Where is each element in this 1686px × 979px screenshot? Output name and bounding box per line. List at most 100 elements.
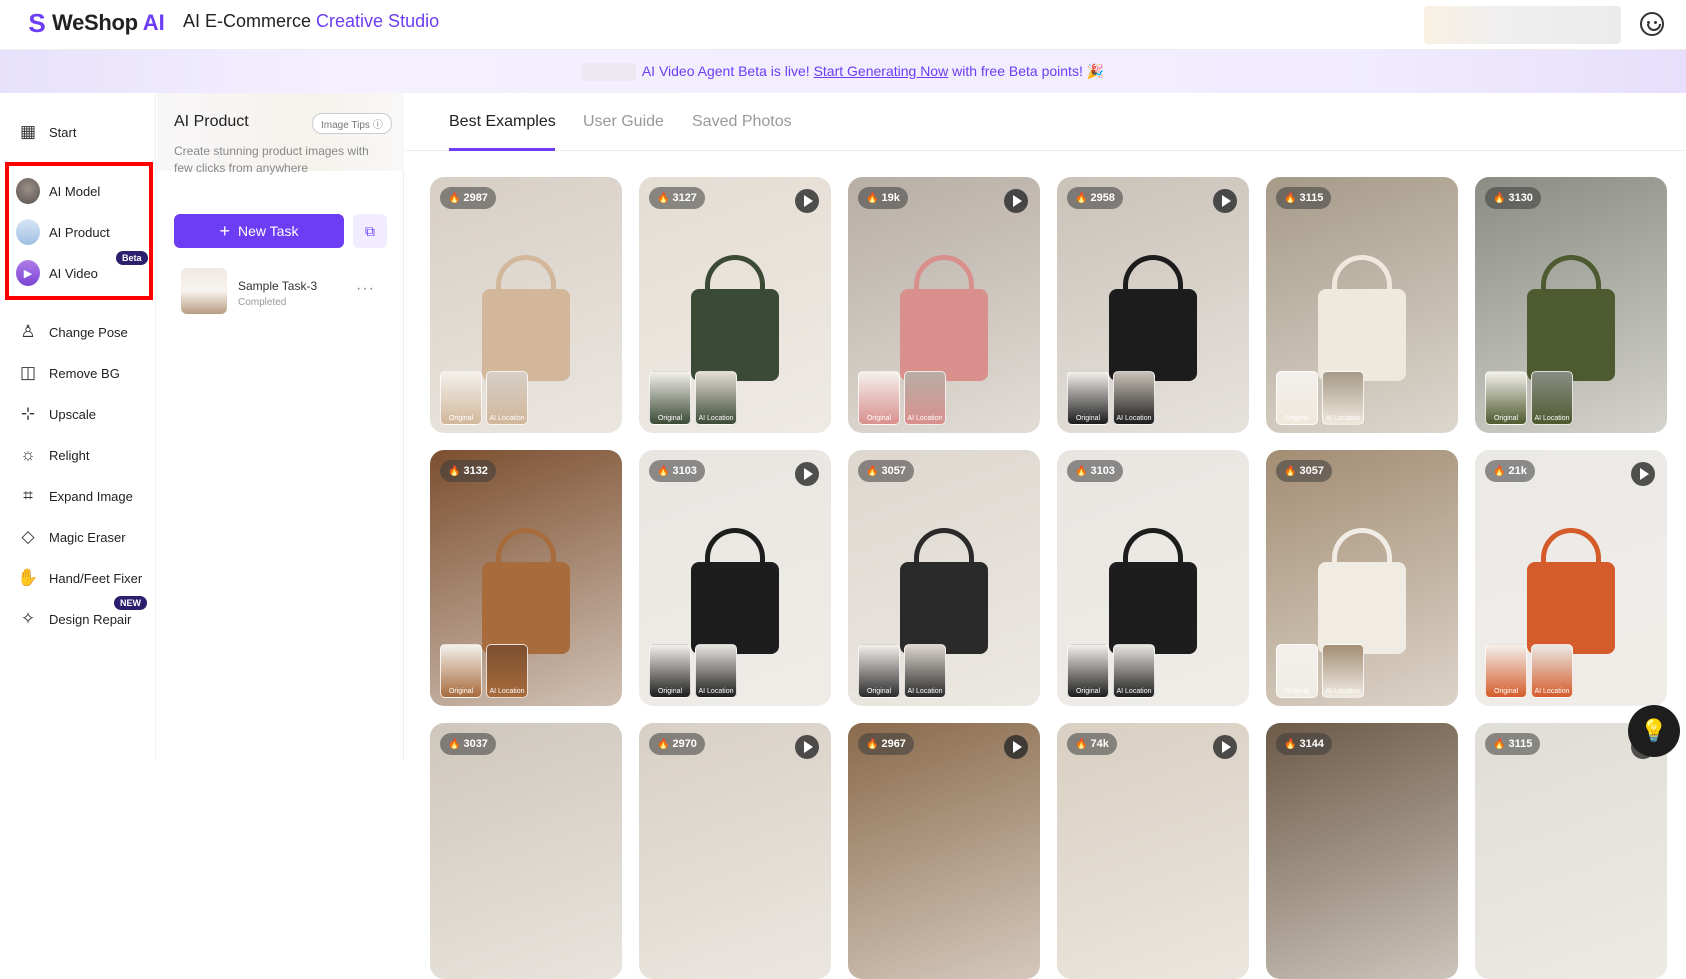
popularity-count: 2970 <box>672 738 697 750</box>
original-thumbnail[interactable]: Original <box>440 371 482 425</box>
thumbnail-label: Original <box>1284 688 1310 695</box>
product-handle <box>1541 528 1601 568</box>
tab-best-examples[interactable]: Best Examples <box>449 113 556 131</box>
play-icon[interactable] <box>795 735 819 759</box>
lightbulb-icon[interactable]: 💡 <box>1628 705 1680 757</box>
example-card[interactable]: 🔥 3057 Original AI Location <box>848 450 1040 706</box>
sidebar-item-start[interactable]: ▦ Start <box>10 114 150 150</box>
ai-location-thumbnail[interactable]: AI Location <box>695 371 737 425</box>
more-options-icon[interactable]: ··· <box>356 280 375 298</box>
play-icon[interactable] <box>1631 462 1655 486</box>
original-thumbnail[interactable]: Original <box>649 371 691 425</box>
account-area-blurred[interactable] <box>1424 6 1621 44</box>
original-thumbnail[interactable]: Original <box>1485 644 1527 698</box>
ai-location-thumbnail[interactable]: AI Location <box>486 644 528 698</box>
app-title-accent: Creative Studio <box>316 11 440 31</box>
example-card[interactable]: 🔥 2970 <box>639 723 831 979</box>
example-card[interactable]: 🔥 3115 Original AI Location <box>1266 177 1458 433</box>
product-shape <box>900 289 988 381</box>
ai-location-thumbnail[interactable]: AI Location <box>486 371 528 425</box>
sidebar-item-change-pose[interactable]: ♙ Change Pose <box>10 314 150 350</box>
example-card[interactable]: 🔥 74k <box>1057 723 1249 979</box>
start-generating-link[interactable]: Start Generating Now <box>814 63 949 79</box>
example-card[interactable]: 🔥 3144 <box>1266 723 1458 979</box>
magic-wand-icon: ✧ <box>20 609 36 628</box>
example-card[interactable]: 🔥 3037 <box>430 723 622 979</box>
product-handle <box>496 528 556 568</box>
image-tips-button[interactable]: Image Tips ⓘ <box>312 113 392 134</box>
panel-description: Create stunning product images with few … <box>174 144 369 175</box>
example-card[interactable]: 🔥 3130 Original AI Location <box>1475 177 1667 433</box>
sidebar-item-relight[interactable]: ☼ Relight <box>10 437 150 473</box>
play-icon[interactable] <box>1213 189 1237 213</box>
example-card[interactable]: 🔥 3127 Original AI Location <box>639 177 831 433</box>
example-card[interactable]: 🔥 3103 Original AI Location <box>639 450 831 706</box>
comparison-thumbnails: Original AI Location <box>1276 371 1364 425</box>
example-card[interactable]: 🔥 21k Original AI Location <box>1475 450 1667 706</box>
example-card[interactable]: 🔥 2987 Original AI Location <box>430 177 622 433</box>
original-thumbnail[interactable]: Original <box>440 644 482 698</box>
new-task-button[interactable]: + New Task <box>174 214 344 248</box>
thumbnail-label: AI Location <box>1116 688 1152 695</box>
play-icon[interactable] <box>795 462 819 486</box>
banner-text: AI Video Agent Beta is live! <box>641 63 814 79</box>
ai-location-thumbnail[interactable]: AI Location <box>1113 371 1155 425</box>
copy-task-button[interactable]: ⧉ <box>353 214 387 248</box>
sidebar-item-label: Magic Eraser <box>49 529 126 545</box>
example-card[interactable]: 🔥 3115 <box>1475 723 1667 979</box>
ai-location-thumbnail[interactable]: AI Location <box>1113 644 1155 698</box>
original-thumbnail[interactable]: Original <box>1485 371 1527 425</box>
original-thumbnail[interactable]: Original <box>858 371 900 425</box>
ai-location-thumbnail[interactable]: AI Location <box>904 644 946 698</box>
example-card[interactable]: 🔥 2967 <box>848 723 1040 979</box>
task-item[interactable]: Sample Task-3 Completed ··· <box>181 268 391 316</box>
popularity-badge: 🔥 2987 <box>440 187 496 209</box>
weshop-logo-icon: S <box>28 7 46 38</box>
popularity-count: 3057 <box>1299 465 1324 477</box>
sidebar-item-label: Hand/Feet Fixer <box>49 570 143 586</box>
thumbnail-label: AI Location <box>1325 688 1361 695</box>
play-icon[interactable] <box>1213 735 1237 759</box>
pose-icon: ♙ <box>20 322 36 341</box>
product-handle <box>1332 255 1392 295</box>
product-shape <box>1109 289 1197 381</box>
example-card[interactable]: 🔥 19k Original AI Location <box>848 177 1040 433</box>
product-shape <box>900 562 988 654</box>
ai-location-thumbnail[interactable]: AI Location <box>904 371 946 425</box>
popularity-badge: 🔥 3132 <box>440 460 496 482</box>
original-thumbnail[interactable]: Original <box>1067 371 1109 425</box>
popularity-badge: 🔥 3115 <box>1276 187 1332 209</box>
play-icon[interactable] <box>1004 735 1028 759</box>
original-thumbnail[interactable]: Original <box>1276 371 1318 425</box>
ai-location-thumbnail[interactable]: AI Location <box>695 644 737 698</box>
smiley-feedback-icon[interactable] <box>1640 12 1664 36</box>
popularity-count: 3130 <box>1508 192 1533 204</box>
ai-location-thumbnail[interactable]: AI Location <box>1531 371 1573 425</box>
play-icon[interactable] <box>1004 189 1028 213</box>
original-thumbnail[interactable]: Original <box>649 644 691 698</box>
tab-user-guide[interactable]: User Guide <box>583 113 664 131</box>
example-card[interactable]: 🔥 3132 Original AI Location <box>430 450 622 706</box>
example-card[interactable]: 🔥 3103 Original AI Location <box>1057 450 1249 706</box>
fire-icon: 🔥 <box>1075 465 1088 477</box>
original-thumbnail[interactable]: Original <box>1276 644 1318 698</box>
original-thumbnail[interactable]: Original <box>858 644 900 698</box>
tab-saved-photos[interactable]: Saved Photos <box>692 113 792 131</box>
example-card[interactable]: 🔥 2958 Original AI Location <box>1057 177 1249 433</box>
sidebar-item-hand-feet-fixer[interactable]: ✋ Hand/Feet Fixer <box>10 560 150 596</box>
sidebar-item-magic-eraser[interactable]: ◇ Magic Eraser <box>10 519 150 555</box>
thumbnail-label: AI Location <box>907 688 943 695</box>
sidebar-item-expand-image[interactable]: ⌗ Expand Image <box>10 478 150 514</box>
comparison-thumbnails: Original AI Location <box>1276 644 1364 698</box>
example-card[interactable]: 🔥 3057 Original AI Location <box>1266 450 1458 706</box>
play-icon[interactable] <box>795 189 819 213</box>
sidebar-item-upscale[interactable]: ⊹ Upscale <box>10 396 150 432</box>
ai-location-thumbnail[interactable]: AI Location <box>1322 644 1364 698</box>
ai-location-thumbnail[interactable]: AI Location <box>1322 371 1364 425</box>
sidebar-item-remove-bg[interactable]: ◫ Remove BG <box>10 355 150 391</box>
original-thumbnail[interactable]: Original <box>1067 644 1109 698</box>
weshop-logo[interactable]: S WeShop AI <box>24 7 164 38</box>
ai-location-thumbnail[interactable]: AI Location <box>1531 644 1573 698</box>
popularity-badge: 🔥 21k <box>1485 460 1535 482</box>
popularity-badge: 🔥 3130 <box>1485 187 1541 209</box>
